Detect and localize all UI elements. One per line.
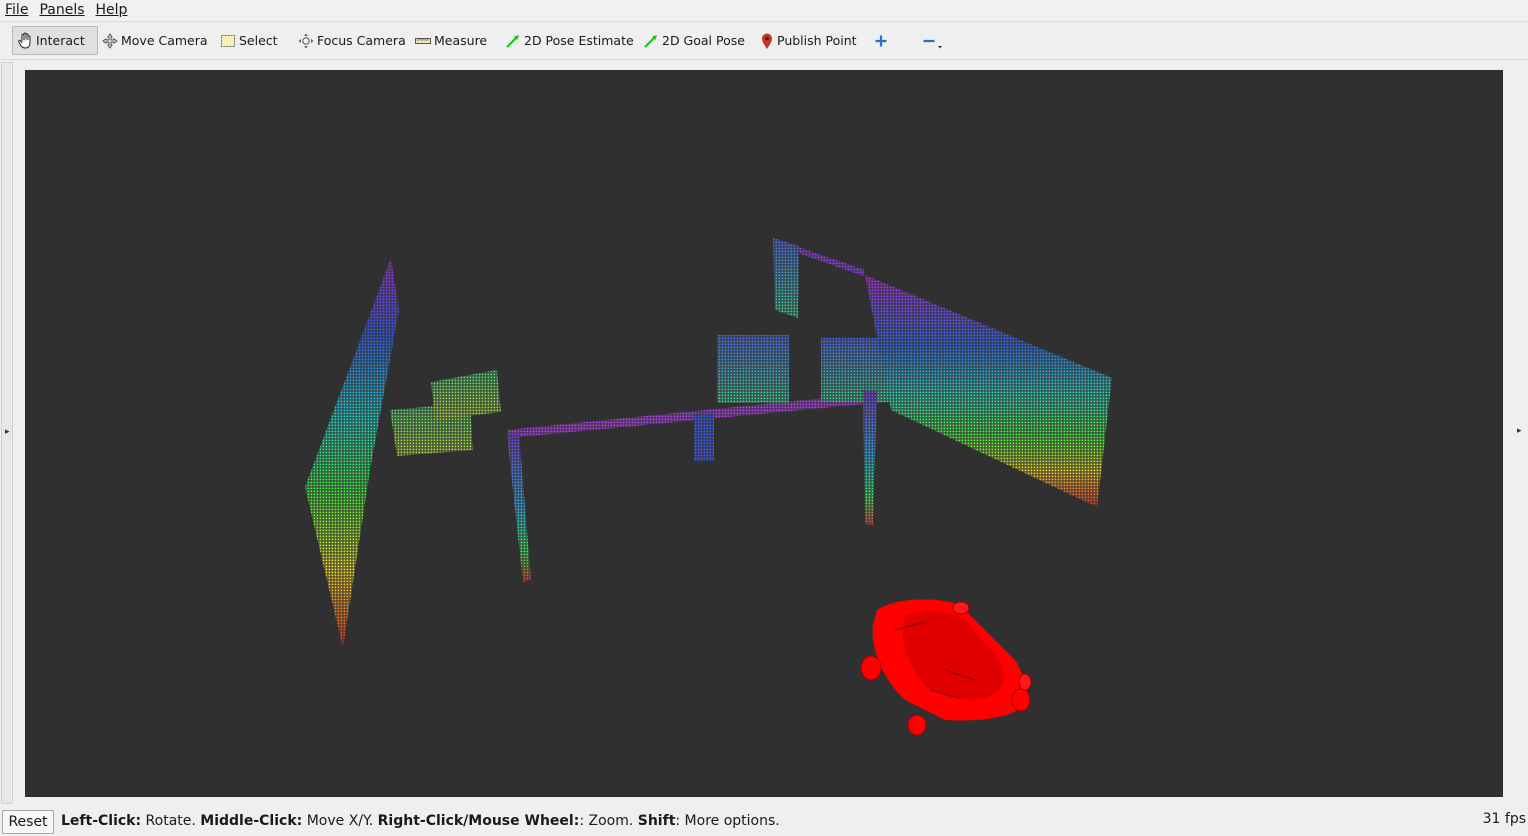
- green-box-pointcloud: [431, 370, 501, 420]
- menu-file[interactable]: File: [0, 0, 34, 21]
- interact-tool-button[interactable]: Interact: [12, 26, 98, 55]
- remove-tool-button[interactable]: [922, 26, 947, 55]
- post-pointcloud: [694, 413, 714, 461]
- mouse-hint-text: Left-Click: Rotate. Middle-Click: Move X…: [61, 813, 780, 829]
- publish-point-label: Publish Point: [777, 33, 857, 48]
- expand-right-arrow-icon: ▸: [5, 427, 10, 437]
- hint-shift-text: : More options.: [675, 813, 780, 829]
- 3d-render-viewport[interactable]: [25, 70, 1503, 797]
- pose-estimate-label: 2D Pose Estimate: [524, 33, 634, 48]
- robot-model: [860, 599, 1032, 736]
- hint-shift-key: Shift: [637, 813, 676, 829]
- left-wall-pointcloud: [305, 258, 399, 648]
- hint-left-click-key: Left-Click:: [61, 813, 142, 829]
- green-arrow-icon: [644, 34, 657, 48]
- map-pin-icon: [762, 33, 772, 49]
- menu-panels[interactable]: Panels: [34, 0, 90, 21]
- move-camera-label: Move Camera: [121, 33, 208, 48]
- left-panel-collapse-handle[interactable]: ▸: [1, 62, 13, 804]
- move-camera-icon: [102, 32, 118, 49]
- focus-camera-label: Focus Camera: [317, 33, 406, 48]
- menu-bar: File Panels Help: [0, 0, 1528, 22]
- status-bar: Reset Left-Click: Rotate. Middle-Click: …: [0, 806, 1528, 836]
- post-pointcloud: [507, 433, 531, 582]
- publish-point-tool-button[interactable]: Publish Point: [760, 26, 857, 55]
- back-line-pointcloud: [795, 246, 865, 276]
- point-cloud-scene: [305, 238, 1112, 736]
- interact-label: Interact: [36, 33, 85, 48]
- add-tool-button[interactable]: [874, 26, 891, 55]
- measure-tool-button[interactable]: Measure: [415, 26, 487, 55]
- plus-icon: [875, 35, 887, 46]
- right-panel-collapse-handle[interactable]: ▸: [1513, 62, 1525, 804]
- right-wall-pointcloud: [865, 275, 1112, 507]
- hint-right-click-text: : Zoom.: [579, 813, 638, 829]
- focus-crosshair-icon: [298, 33, 314, 48]
- minus-icon: [923, 39, 942, 48]
- expand-left-arrow-icon: ▸: [1517, 426, 1522, 436]
- select-tool-button[interactable]: Select: [220, 26, 278, 55]
- hint-middle-click-text: Move X/Y.: [302, 813, 378, 829]
- reset-button[interactable]: Reset: [2, 810, 54, 834]
- 2d-pose-estimate-tool-button[interactable]: 2D Pose Estimate: [505, 26, 634, 55]
- post-pointcloud: [863, 390, 877, 525]
- hint-right-click-key: Right-Click/Mouse Wheel:: [377, 813, 580, 829]
- back-block-pointcloud: [717, 335, 789, 403]
- move-camera-tool-button[interactable]: Move Camera: [102, 26, 208, 55]
- goal-pose-label: 2D Goal Pose: [662, 33, 745, 48]
- fps-counter: 31 fps: [1482, 811, 1526, 827]
- ruler-icon: [415, 37, 431, 44]
- hint-middle-click-key: Middle-Click:: [200, 813, 303, 829]
- 2d-goal-pose-tool-button[interactable]: 2D Goal Pose: [643, 26, 745, 55]
- hand-icon: [18, 32, 31, 49]
- measure-label: Measure: [434, 33, 488, 48]
- select-box-icon: [221, 34, 235, 47]
- hint-left-click-text: Rotate.: [141, 813, 201, 829]
- menu-help[interactable]: Help: [91, 0, 134, 21]
- focus-camera-tool-button[interactable]: Focus Camera: [298, 26, 406, 55]
- select-label: Select: [239, 33, 278, 48]
- green-arrow-icon: [506, 34, 519, 48]
- toolbar: Interact Move Camera Select Focus Camera…: [0, 22, 1528, 60]
